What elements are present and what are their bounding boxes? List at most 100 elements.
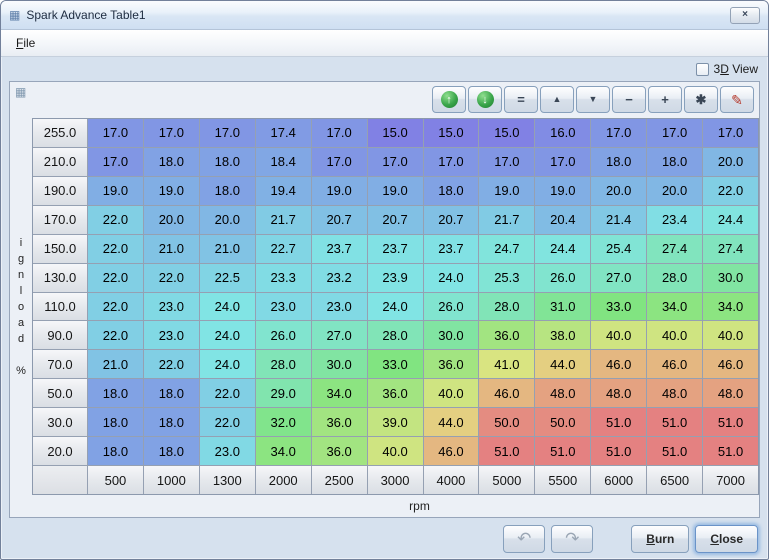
table-cell[interactable]: 36.0: [312, 437, 367, 465]
table-cell[interactable]: 26.0: [256, 321, 311, 349]
table-cell[interactable]: 17.0: [88, 148, 143, 176]
table-cell[interactable]: 23.7: [312, 235, 367, 263]
table-cell[interactable]: 17.0: [368, 148, 423, 176]
table-cell[interactable]: 18.0: [88, 437, 143, 465]
table-cell[interactable]: 51.0: [647, 408, 702, 436]
table-cell[interactable]: 15.0: [368, 119, 423, 147]
table-cell[interactable]: 39.0: [368, 408, 423, 436]
close-window-button[interactable]: ×: [730, 7, 760, 24]
table-cell[interactable]: 18.0: [591, 148, 646, 176]
table-cell[interactable]: 46.0: [424, 437, 479, 465]
table-cell[interactable]: 28.0: [256, 350, 311, 378]
table-cell[interactable]: 28.0: [368, 321, 423, 349]
table-cell[interactable]: 40.0: [647, 321, 702, 349]
table-cell[interactable]: 19.0: [368, 177, 423, 205]
table-cell[interactable]: 19.0: [88, 177, 143, 205]
table-cell[interactable]: 40.0: [591, 321, 646, 349]
table-cell[interactable]: 50.0: [479, 408, 534, 436]
table-cell[interactable]: 25.3: [479, 264, 534, 292]
table-cell[interactable]: 18.4: [256, 148, 311, 176]
table-cell[interactable]: 22.5: [200, 264, 255, 292]
decrease-button[interactable]: ▼: [576, 86, 610, 113]
menu-file[interactable]: File: [7, 33, 44, 53]
table-cell[interactable]: 21.0: [200, 235, 255, 263]
table-cell[interactable]: 15.0: [479, 119, 534, 147]
table-cell[interactable]: 22.0: [144, 264, 199, 292]
table-cell[interactable]: 23.2: [312, 264, 367, 292]
table-cell[interactable]: 23.3: [256, 264, 311, 292]
table-cell[interactable]: 18.0: [144, 379, 199, 407]
table-cell[interactable]: 17.0: [591, 119, 646, 147]
table-cell[interactable]: 18.0: [647, 148, 702, 176]
table-cell[interactable]: 24.0: [200, 321, 255, 349]
table-cell[interactable]: 25.4: [591, 235, 646, 263]
increment-button[interactable]: +: [648, 86, 682, 113]
table-cell[interactable]: 21.4: [591, 206, 646, 234]
view-3d-toggle[interactable]: 3D View: [696, 62, 759, 76]
table-cell[interactable]: 48.0: [591, 379, 646, 407]
set-equal-button[interactable]: =: [504, 86, 538, 113]
table-cell[interactable]: 21.7: [256, 206, 311, 234]
table-cell[interactable]: 20.0: [647, 177, 702, 205]
table-cell[interactable]: 51.0: [591, 437, 646, 465]
table-cell[interactable]: 20.7: [424, 206, 479, 234]
table-cell[interactable]: 18.0: [88, 408, 143, 436]
shift-up-button[interactable]: ↑: [432, 86, 466, 113]
table-cell[interactable]: 27.4: [647, 235, 702, 263]
table-cell[interactable]: 24.0: [200, 350, 255, 378]
table-cell[interactable]: 28.0: [479, 293, 534, 321]
table-cell[interactable]: 24.0: [424, 264, 479, 292]
redo-button[interactable]: ↷: [551, 525, 593, 553]
table-cell[interactable]: 27.0: [312, 321, 367, 349]
table-cell[interactable]: 21.0: [144, 235, 199, 263]
table-cell[interactable]: 51.0: [647, 437, 702, 465]
view-3d-checkbox[interactable]: [696, 63, 709, 76]
table-cell[interactable]: 46.0: [479, 379, 534, 407]
table-cell[interactable]: 17.0: [200, 119, 255, 147]
table-cell[interactable]: 28.0: [647, 264, 702, 292]
table-cell[interactable]: 20.4: [535, 206, 590, 234]
table-cell[interactable]: 23.4: [647, 206, 702, 234]
table-cell[interactable]: 23.0: [144, 321, 199, 349]
table-cell[interactable]: 17.4: [256, 119, 311, 147]
table-cell[interactable]: 27.0: [591, 264, 646, 292]
table-cell[interactable]: 17.0: [424, 148, 479, 176]
table-cell[interactable]: 44.0: [424, 408, 479, 436]
table-cell[interactable]: 36.0: [312, 408, 367, 436]
table-cell[interactable]: 22.0: [144, 350, 199, 378]
table-cell[interactable]: 18.0: [200, 148, 255, 176]
shift-down-button[interactable]: ↓: [468, 86, 502, 113]
table-cell[interactable]: 17.0: [479, 148, 534, 176]
table-cell[interactable]: 51.0: [479, 437, 534, 465]
table-cell[interactable]: 17.0: [312, 148, 367, 176]
table-cell[interactable]: 20.0: [703, 148, 758, 176]
table-cell[interactable]: 27.4: [703, 235, 758, 263]
table-cell[interactable]: 20.0: [200, 206, 255, 234]
table-cell[interactable]: 32.0: [256, 408, 311, 436]
table-cell[interactable]: 16.0: [535, 119, 590, 147]
table-cell[interactable]: 24.4: [703, 206, 758, 234]
table-cell[interactable]: 20.7: [368, 206, 423, 234]
table-cell[interactable]: 21.0: [88, 350, 143, 378]
table-cell[interactable]: 51.0: [703, 408, 758, 436]
table-cell[interactable]: 26.0: [424, 293, 479, 321]
table-cell[interactable]: 34.0: [312, 379, 367, 407]
table-cell[interactable]: 48.0: [535, 379, 590, 407]
table-cell[interactable]: 18.0: [144, 408, 199, 436]
table-cell[interactable]: 18.0: [144, 148, 199, 176]
table-cell[interactable]: 22.0: [200, 408, 255, 436]
table-cell[interactable]: 48.0: [647, 379, 702, 407]
table-cell[interactable]: 46.0: [703, 350, 758, 378]
table-cell[interactable]: 36.0: [368, 379, 423, 407]
table-cell[interactable]: 17.0: [144, 119, 199, 147]
close-button[interactable]: Close: [695, 525, 758, 553]
scale-button[interactable]: ✱: [684, 86, 718, 113]
table-cell[interactable]: 33.0: [591, 293, 646, 321]
table-cell[interactable]: 22.0: [200, 379, 255, 407]
table-cell[interactable]: 46.0: [647, 350, 702, 378]
table-cell[interactable]: 26.0: [535, 264, 590, 292]
table-cell[interactable]: 23.0: [256, 293, 311, 321]
titlebar[interactable]: ▦ Spark Advance Table1 ×: [1, 1, 768, 30]
table-cell[interactable]: 51.0: [591, 408, 646, 436]
table-cell[interactable]: 23.7: [368, 235, 423, 263]
